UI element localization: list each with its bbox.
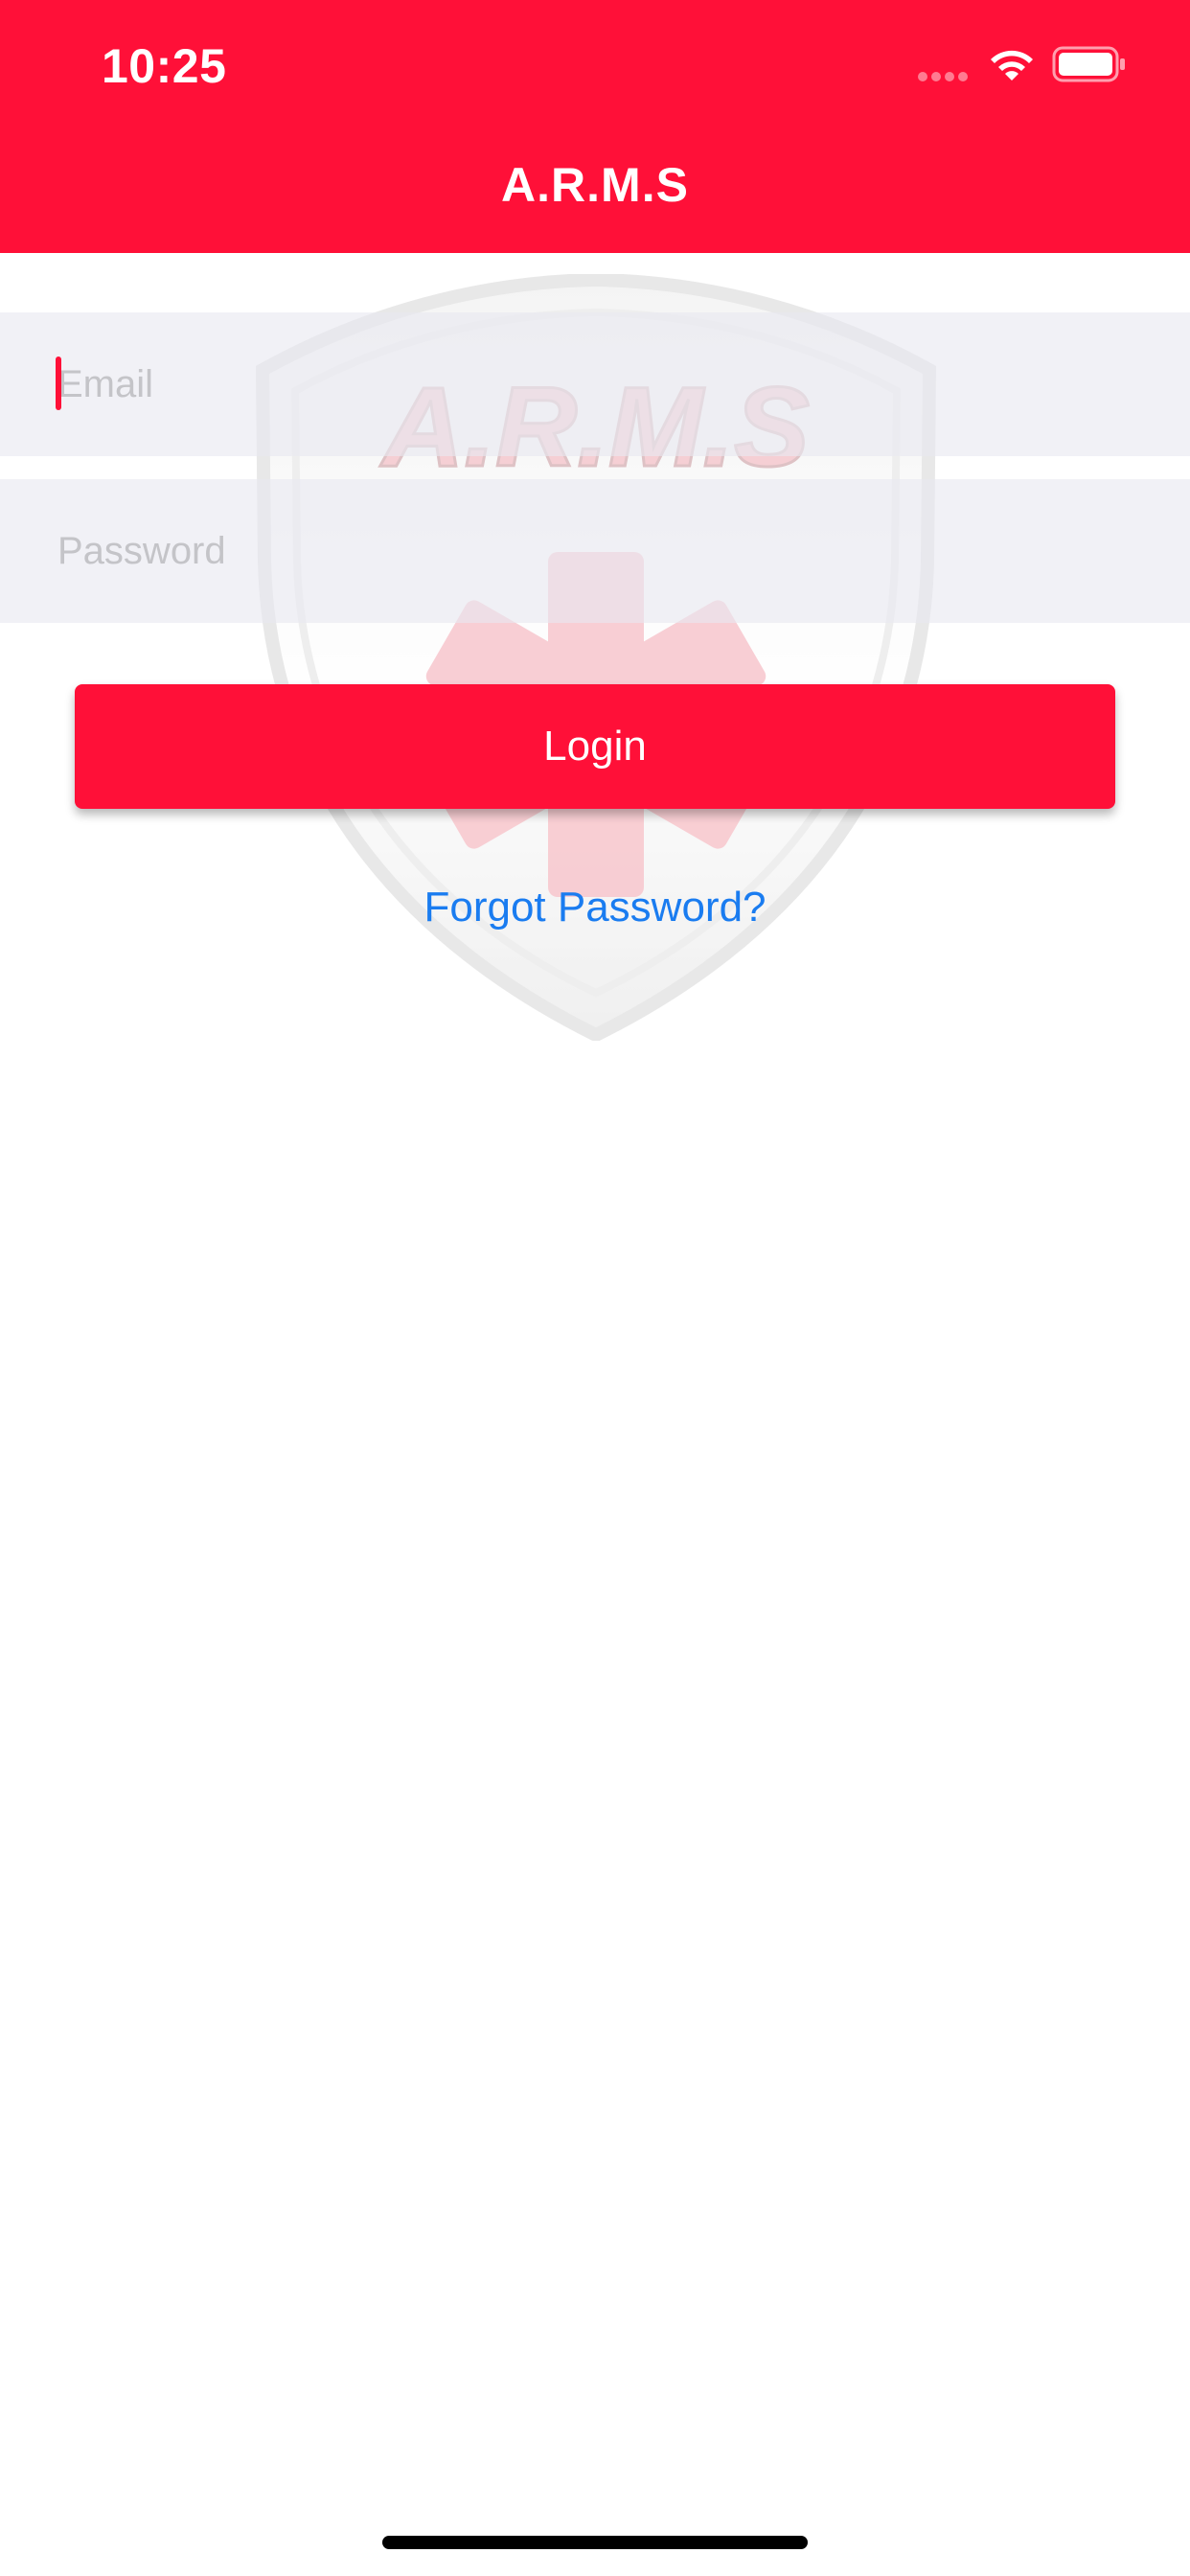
password-input[interactable] <box>57 479 1131 623</box>
home-indicator[interactable] <box>382 2536 808 2549</box>
password-field[interactable] <box>0 479 1190 623</box>
text-cursor <box>56 356 61 410</box>
wifi-icon <box>991 50 1033 80</box>
forgot-password-link[interactable]: Forgot Password? <box>0 884 1190 932</box>
battery-icon <box>1052 46 1125 82</box>
status-time: 10:25 <box>102 39 227 93</box>
header-bar: 10:25 A.R.M.S <box>0 0 1190 253</box>
login-button[interactable]: Login <box>75 684 1115 809</box>
login-screen: 10:25 A.R.M.S A.R.M.S <box>0 0 1190 2576</box>
email-field[interactable] <box>0 312 1190 456</box>
cellular-signal-icon <box>918 69 975 81</box>
email-input[interactable] <box>57 312 1131 456</box>
page-title: A.R.M.S <box>501 158 689 212</box>
